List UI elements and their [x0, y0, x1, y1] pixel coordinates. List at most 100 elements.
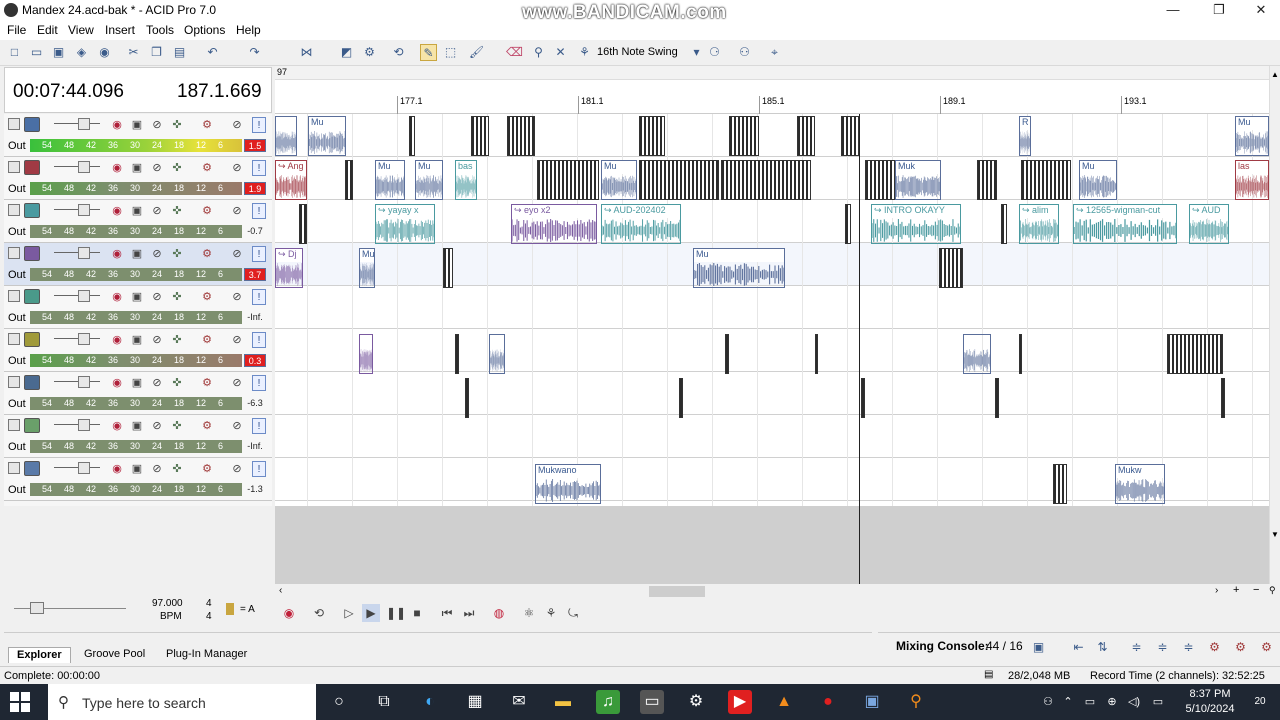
console-insert-icon[interactable]: ⇤	[1070, 639, 1087, 656]
clip-group[interactable]	[725, 334, 729, 374]
arm-record-icon[interactable]: ◉	[110, 333, 124, 347]
track-list-icon[interactable]	[8, 376, 20, 388]
console-fader-icon[interactable]: ≑	[1180, 639, 1197, 656]
search-app-icon[interactable]: ⚲	[904, 690, 928, 714]
swing-dropdown-arrow-icon[interactable]: ▾	[688, 44, 705, 61]
track-color-icon[interactable]	[24, 418, 40, 433]
track-volume-slider[interactable]	[54, 118, 100, 130]
clip[interactable]: ↪ alim	[1019, 204, 1059, 244]
clip[interactable]	[489, 334, 505, 374]
clip[interactable]: bas	[455, 160, 477, 200]
track-settings-gear-icon[interactable]: ⚙	[200, 376, 214, 390]
automation-icon[interactable]: ⊘	[150, 462, 164, 476]
track-header[interactable]: ◉ ▣ ⊘ ✜ ⚙ ⊘ ! Out 54 48 42 36 30 24 18 12 6 3.7	[4, 243, 272, 286]
scroll-right-icon[interactable]: ›	[1215, 585, 1218, 596]
clip-group[interactable]	[1053, 464, 1067, 504]
track-list-icon[interactable]	[8, 419, 20, 431]
project-key[interactable]: = A	[240, 604, 255, 615]
clip[interactable]: ↪ AUD	[1189, 204, 1229, 244]
solo-button[interactable]: !	[252, 246, 266, 262]
menu-view[interactable]: View	[68, 23, 94, 37]
go-to-end-button[interactable]: ⏭	[460, 604, 478, 622]
timeline[interactable]: 97 177.1 181.1 185.1 189.1 193.1 Mu R Mu…	[275, 66, 1269, 584]
track-lane[interactable]	[275, 329, 1269, 372]
arm-record-icon[interactable]: ◉	[110, 247, 124, 261]
track-settings-gear-icon[interactable]: ⚙	[200, 161, 214, 175]
automation-icon[interactable]: ⊘	[150, 333, 164, 347]
console-fx-icon[interactable]: ⚙	[1232, 639, 1249, 656]
track-color-icon[interactable]	[24, 160, 40, 175]
clip[interactable]: ↪ Ang	[275, 160, 307, 200]
track-fx-chain-icon[interactable]: ✜	[170, 204, 184, 218]
clip-group[interactable]	[1021, 160, 1071, 200]
clip[interactable]: Mu	[359, 248, 375, 288]
arm-record-icon[interactable]: ◉	[110, 462, 124, 476]
track-settings-gear-icon[interactable]: ⚙	[200, 462, 214, 476]
notification-badge[interactable]: 20	[1250, 693, 1270, 711]
loop-playback-button[interactable]: ⟲	[310, 604, 328, 622]
track-fx-icon[interactable]: ▣	[130, 376, 144, 390]
solo-button[interactable]: !	[252, 418, 266, 434]
tempo-slider[interactable]	[14, 602, 126, 614]
mute-icon[interactable]: ⊘	[230, 419, 244, 433]
solo-button[interactable]: !	[252, 117, 266, 133]
pointer-icon[interactable]: ⤿	[564, 604, 582, 622]
automation-icon[interactable]: ⊘	[150, 161, 164, 175]
track-fx-chain-icon[interactable]: ✜	[170, 419, 184, 433]
scrub-tool-icon[interactable]: ⚘	[542, 604, 560, 622]
lock-icon[interactable]: ⚙	[361, 44, 378, 61]
undo-icon[interactable]: ↶	[204, 44, 221, 61]
clip-group[interactable]	[465, 378, 469, 418]
clip[interactable]	[359, 334, 373, 374]
beat-ruler[interactable]: 177.1 181.1 185.1 189.1 193.1	[275, 96, 1269, 114]
console-fx-icon[interactable]: ⚙	[1258, 639, 1275, 656]
track-header[interactable]: ◉ ▣ ⊘ ✜ ⚙ ⊘ ! Out 54 48 42 36 30 24 18 12 6 -Inf…	[4, 286, 272, 329]
solo-button[interactable]: !	[252, 375, 266, 391]
swing-icon[interactable]: ⚘	[576, 44, 593, 61]
select-tool-icon[interactable]: ⬚	[442, 44, 459, 61]
clip[interactable]: ↪ eyo x2	[511, 204, 597, 244]
clock-time[interactable]: 8:37 PM	[1180, 688, 1240, 700]
track-fx-chain-icon[interactable]: ✜	[170, 161, 184, 175]
tab-explorer[interactable]: Explorer	[8, 647, 71, 663]
track-lane[interactable]	[275, 415, 1269, 458]
clip[interactable]: ↪ INTRO OKAYY	[871, 204, 961, 244]
console-fader-icon[interactable]: ≑	[1154, 639, 1171, 656]
youtube-icon[interactable]: ▶	[728, 690, 752, 714]
clip-group[interactable]	[471, 116, 489, 156]
track-lane[interactable]	[275, 372, 1269, 415]
open-icon[interactable]: ▭	[28, 44, 45, 61]
properties-icon[interactable]: ◉	[96, 44, 113, 61]
pause-button[interactable]: ❚❚	[386, 604, 406, 622]
track-list-icon[interactable]	[8, 118, 20, 130]
go-to-start-button[interactable]: ⏮	[438, 604, 456, 622]
draw-tool-icon[interactable]: ✎	[420, 44, 437, 61]
clip-group[interactable]	[977, 160, 997, 200]
clip-group[interactable]	[409, 116, 415, 156]
mute-icon[interactable]: ⊘	[230, 161, 244, 175]
arm-record-icon[interactable]: ◉	[110, 161, 124, 175]
time-signature-top[interactable]: 4	[206, 598, 212, 609]
battery-icon[interactable]: ▭	[1082, 694, 1098, 710]
clip[interactable]: ↪ yayay x	[375, 204, 435, 244]
clip-group[interactable]	[1221, 378, 1225, 418]
track-list-icon[interactable]	[8, 204, 20, 216]
track-settings-gear-icon[interactable]: ⚙	[200, 333, 214, 347]
console-meter-icon[interactable]: ⇅	[1094, 639, 1111, 656]
store-icon[interactable]: ▦	[463, 690, 487, 714]
save-icon[interactable]: ▣	[50, 44, 67, 61]
zoom-in-icon[interactable]: +	[1233, 584, 1239, 596]
swing-dropdown[interactable]: 16th Note Swing	[597, 46, 678, 58]
mute-icon[interactable]: ⊘	[230, 376, 244, 390]
keyboard-icon[interactable]: ▭	[1150, 694, 1166, 710]
track-settings-gear-icon[interactable]: ⚙	[200, 290, 214, 304]
track-fx-icon[interactable]: ▣	[130, 247, 144, 261]
stop-button[interactable]: ■	[408, 604, 426, 622]
arm-record-icon[interactable]: ◉	[110, 419, 124, 433]
clip[interactable]: Mukwano	[535, 464, 601, 504]
tray-chevron-icon[interactable]: ⌃	[1060, 694, 1076, 710]
acid-pro-icon[interactable]: ▭	[640, 690, 664, 714]
automation-icon[interactable]: ⊘	[150, 204, 164, 218]
arm-record-icon[interactable]: ◉	[110, 204, 124, 218]
clip-group[interactable]	[797, 116, 815, 156]
